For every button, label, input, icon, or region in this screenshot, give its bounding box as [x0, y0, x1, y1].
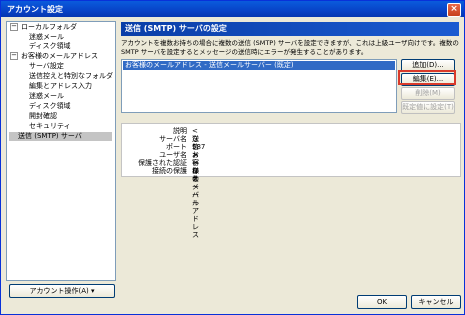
account-settings-window: アカウント設定 × − ローカルフォルダ 迷惑メール ディスク領域 − お客様のメー… [0, 0, 465, 315]
tree-item-composition[interactable]: 編集とアドレス入力 [29, 82, 92, 91]
account-actions-button[interactable]: アカウント操作(A) ▾ [9, 284, 115, 298]
close-icon: × [450, 4, 458, 14]
dropdown-arrow-icon: ▾ [90, 287, 95, 295]
tree-item-smtp[interactable]: 送信 (SMTP) サーバ [9, 132, 112, 141]
tree-item-receipts[interactable]: 開封確認 [29, 112, 57, 121]
smtp-server-list[interactable]: お客様のメールアドレス - 送信メールサーバー (既定) [121, 59, 397, 113]
tree-item-mail-account[interactable]: − お客様のメールアドレス [10, 52, 98, 61]
window-title: アカウント設定 [7, 5, 63, 14]
smtp-description: アカウントを複数お持ちの場合に複数の送信 (SMTP) サーバを設定できますが、… [121, 39, 459, 56]
ok-button[interactable]: OK [357, 295, 407, 309]
tree-item-disk[interactable]: ディスク領域 [29, 102, 71, 111]
server-list-item[interactable]: お客様のメールアドレス - 送信メールサーバー (既定) [123, 61, 395, 70]
server-details: 説明 <なし> サーバ名 送信メールサーバー ポート 587 ユーザ名 お客様のメールア… [121, 123, 461, 239]
tree-item-local-folders[interactable]: − ローカルフォルダ [10, 23, 77, 32]
tree-item-disk-local[interactable]: ディスク領域 [29, 42, 71, 51]
set-default-button[interactable]: 既定値に設定(T) [401, 101, 455, 114]
page-title: 送信 (SMTP) サーバの設定 [121, 22, 459, 36]
tree-item-copies-folders[interactable]: 送信控えと特別なフォルダ [29, 72, 113, 81]
account-tree: − ローカルフォルダ 迷惑メール ディスク領域 − お客様のメールアドレス サーバ設… [6, 21, 116, 281]
collapse-icon[interactable]: − [10, 23, 18, 31]
tree-item-server-settings[interactable]: サーバ設定 [29, 62, 64, 71]
edit-highlight [398, 70, 456, 85]
title-bar: アカウント設定 × [1, 1, 464, 17]
tree-item-junk[interactable]: 迷惑メール [29, 92, 64, 101]
cancel-button[interactable]: キャンセル [411, 295, 461, 309]
tree-item-junk-local[interactable]: 迷惑メール [29, 33, 64, 42]
collapse-icon[interactable]: − [10, 52, 18, 60]
delete-button[interactable]: 削除(M) [401, 87, 455, 100]
tree-item-security[interactable]: セキュリティ [29, 122, 71, 131]
close-button[interactable]: × [447, 3, 461, 17]
